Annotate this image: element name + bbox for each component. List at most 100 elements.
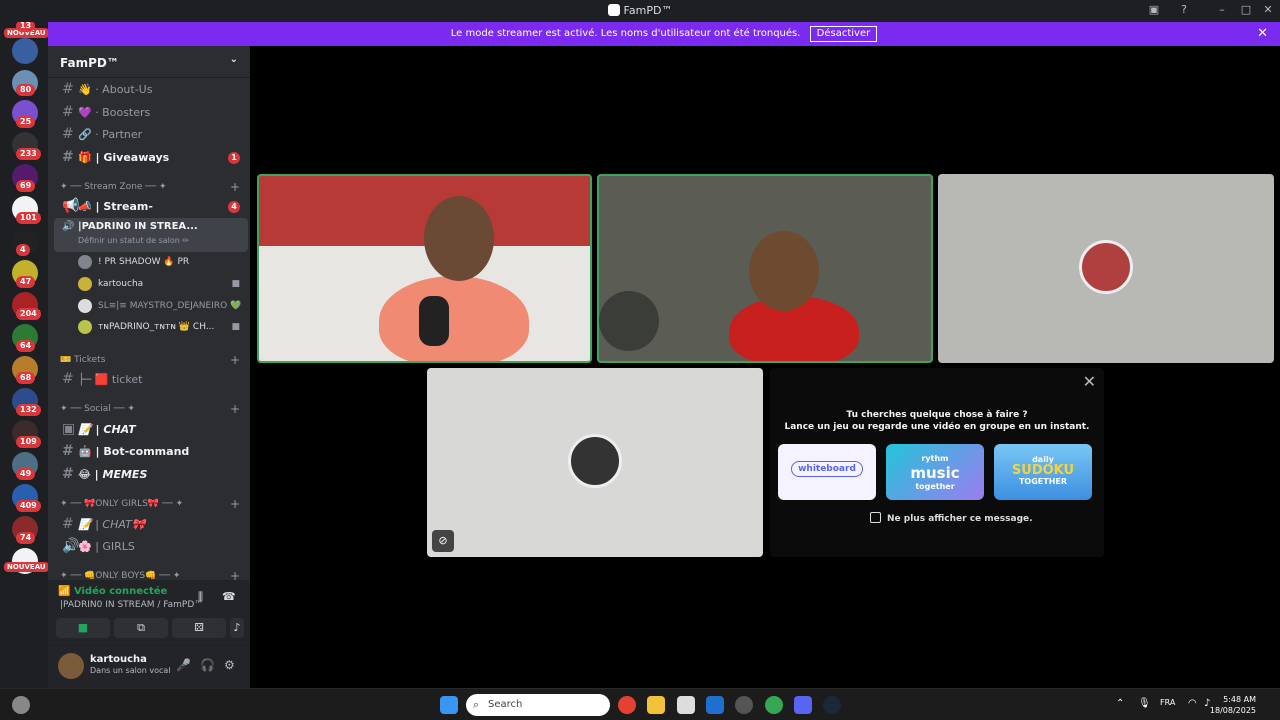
disable-streamer-button[interactable]: Désactiver [809,26,878,42]
steam-icon[interactable] [823,696,841,714]
server-header[interactable]: FamPD™ ⌄ [48,46,250,78]
server-badge: 101 [16,212,41,224]
noise-suppression-icon[interactable]: ⫼ [198,590,203,604]
screen-share-button[interactable]: ⧉ [114,618,168,638]
voice-member[interactable]: SL≡|≡ MAYSTRO_DEJANEIRO 💚 ⊘ [78,296,246,316]
channel-chat[interactable]: ▣ 📝 | CHAT [56,419,246,439]
avatar [78,320,92,334]
category-tickets[interactable]: 🎫 Tickets + [56,352,246,368]
fan-icon [599,291,659,351]
whiteboard-activity-card[interactable]: whiteboard [778,444,876,500]
voice-member[interactable]: ᴛɴPADRINO_ᴛɴᴛɴ 👑 CH... ■ [78,317,246,337]
windows-taskbar: ⌕ Search ⌃ 🎙 FRA ◠ ♪ 5:48 AM 18/08/2025 [0,688,1280,720]
channel-partner[interactable]: # 🔗 · Partner [56,124,246,144]
server-badge: 204 [16,308,41,320]
server-badge: 409 [16,500,41,512]
close-icon[interactable]: ✕ [1083,372,1096,391]
avatar [78,277,92,291]
chrome-profile-icon[interactable] [765,696,783,714]
server-badge: 25 [16,116,36,128]
inbox-icon[interactable]: ▣ [1142,3,1166,16]
widgets-icon[interactable] [12,696,30,714]
add-channel-icon[interactable]: + [230,179,240,195]
server-badge: 74 [16,532,36,544]
discord-icon[interactable] [794,696,812,714]
add-channel-icon[interactable]: + [230,496,240,512]
voice-member[interactable]: ! PR SHADOW 🔥 PR [78,252,246,272]
server-badge: 132 [16,404,41,416]
maximize-button[interactable]: □ [1234,3,1258,16]
server-badge: 68 [16,372,36,384]
voice-channel-active[interactable]: 🔊 |PADRIN0 IN STREA... Définir un statut… [54,218,248,252]
show-hidden-icons[interactable]: ⌃ [1116,698,1124,709]
category-only-girls[interactable]: ✦ ── 🎀ONLY GIRLS🎀 ── ✦ + [56,496,246,512]
video-tile[interactable] [597,174,933,363]
avatar[interactable] [58,653,84,679]
soundboard-button[interactable]: ♪ [230,618,244,638]
hash-icon: # [62,516,74,532]
participant-video [379,276,529,361]
activity-button[interactable]: ⚄ [172,618,226,638]
username: kartoucha [90,654,147,665]
banner-text: Le mode streamer est activé. Les noms d'… [450,28,801,39]
language-indicator[interactable]: FRA [1160,698,1175,707]
channel-girls-voice[interactable]: 🔊🌸 | GIRLS [56,536,246,556]
add-channel-icon[interactable]: + [230,352,240,368]
category-stream-zone[interactable]: ✦ ── Stream Zone ── ✦ + [56,179,246,195]
channel-boosters[interactable]: # 💜 · Boosters [56,102,246,122]
muted-icon: ⊘ [232,301,240,311]
participant-video [424,196,494,281]
voice-member[interactable]: kartoucha ■ [78,274,246,294]
search-icon: ⌕ [473,698,480,711]
chrome-icon[interactable] [618,696,636,714]
channel-ticket[interactable]: # ├─ 🟥 ticket [56,369,246,389]
channel-bot-command[interactable]: # 🤖 | Bot-command [56,441,246,461]
help-icon[interactable]: ? [1172,3,1196,16]
add-channel-icon[interactable]: + [230,401,240,417]
voice-location[interactable]: |PADRIN0 IN STREAM / FamPD™ [60,600,203,610]
disconnect-icon[interactable]: ☎ [222,590,236,603]
wifi-icon[interactable]: ◠ [1188,698,1197,709]
banner-close-icon[interactable]: ✕ [1257,22,1268,46]
channel-about-us[interactable]: # 👋 · About-Us [56,79,246,99]
video-tile[interactable] [257,174,592,363]
file-explorer-icon[interactable] [647,696,665,714]
minimize-button[interactable]: – [1210,3,1234,16]
user-panel: kartoucha Dans un salon vocal 🎤 🎧 ⚙ [48,646,250,688]
channel-stream-announcement[interactable]: 📢📣 | Stream-Announcement4 [56,196,246,233]
channel-status-hint[interactable]: Définir un statut de salon ✏ [62,236,240,245]
checkbox-icon[interactable] [870,512,881,523]
settings-gear-icon[interactable]: ⚙ [224,658,235,672]
hash-icon: # [62,104,74,120]
channel-chat-girls[interactable]: # 📝 | CHAT🎀 [56,514,246,534]
sudoku-together-card[interactable]: daily SUDOKU TOGETHER [994,444,1092,500]
channel-memes[interactable]: # 😂 | MEMES [56,464,246,484]
camera-button[interactable]: ■ [56,618,110,638]
close-window-button[interactable]: ✕ [1256,3,1280,16]
channel-giveaways[interactable]: # 🎁 | Giveaways 1 [56,147,246,167]
camera-icon: ■ [231,279,240,289]
start-icon[interactable] [440,696,458,714]
music-together-card[interactable]: rythm music together [886,444,984,500]
server-icon[interactable] [12,38,38,64]
headphones-icon[interactable]: 🎧 [200,658,215,672]
taskbar-search[interactable]: ⌕ Search [466,694,610,716]
camera-icon: ■ [231,322,240,332]
avatar [1079,240,1133,294]
voice-connection-panel: 📶 Vidéo connectée |PADRIN0 IN STREAM / F… [48,580,250,646]
video-tile-off[interactable]: ⊘ [427,368,763,557]
avatar [78,299,92,313]
title-bar: FamPD™ ▣ ? – □ ✕ [0,0,1280,22]
settings-icon[interactable] [735,696,753,714]
store-icon[interactable] [677,696,695,714]
speaker-icon: 🔊 [62,538,80,554]
microphone-icon[interactable]: 🎤 [176,658,191,672]
chevron-down-icon[interactable]: ⌄ [230,54,238,65]
video-tile-off[interactable] [938,174,1274,363]
unread-badge: 4 [228,201,240,213]
microphone-tray-icon[interactable]: 🎙 [1138,698,1151,709]
outlook-icon[interactable] [706,696,724,714]
category-social[interactable]: ✦ ── Social ── ✦ + [56,401,246,417]
dont-show-again-checkbox[interactable]: Ne plus afficher ce message. [870,512,1033,524]
taskbar-clock[interactable]: 5:48 AM 18/08/2025 [1210,694,1256,716]
